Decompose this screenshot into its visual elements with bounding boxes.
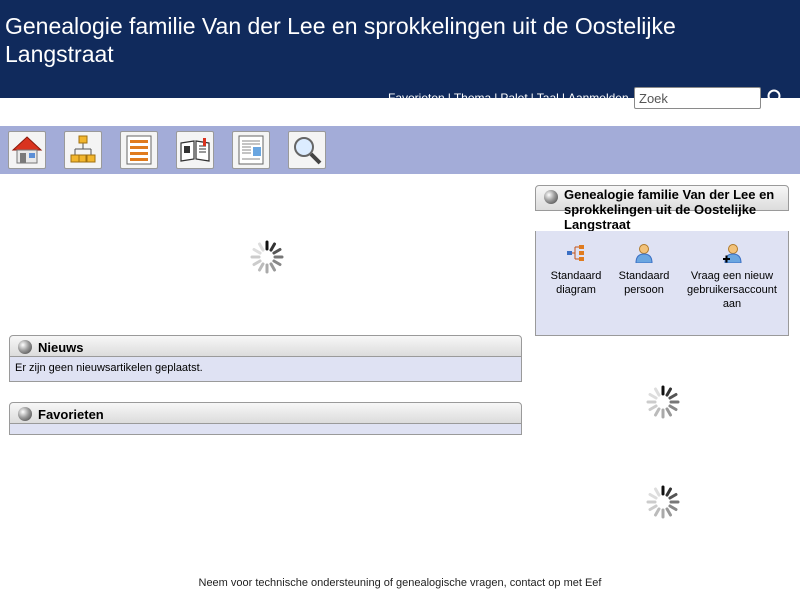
bullet-ball-icon [18,407,32,421]
side-block: Genealogie familie Van der Lee en sprokk… [535,185,789,336]
list-icon [126,135,152,165]
search-icon [294,137,322,165]
menu-language[interactable]: Taal [537,91,559,105]
menu-palette[interactable]: Palet [500,91,527,105]
menu-login[interactable]: Aanmelden [568,91,629,105]
news-block: Nieuws Er zijn geen nieuwsartikelen gepl… [9,335,522,382]
site-title: Genealogie familie Van der Lee en sprokk… [5,13,676,67]
favorites-title: Favorieten [38,407,104,422]
home-button[interactable] [8,131,46,169]
menu-favorites[interactable]: Favorieten [388,91,445,105]
news-body: Er zijn geen nieuwsartikelen geplaatst. [9,357,522,382]
magnifier-icon [767,89,784,106]
news-header: Nieuws [9,335,522,357]
report-icon [238,135,264,165]
chart-icon [567,245,584,261]
news-title: Nieuws [38,340,84,355]
favorites-block: Favorieten [9,402,522,435]
book-button[interactable] [176,131,214,169]
link-standard-chart-label: Standaard diagram [550,270,602,296]
link-request-account[interactable]: Vraag een nieuw gebruikersaccount aan [680,243,784,311]
link-standard-person-label: Standaard persoon [618,270,670,296]
top-menu: Favorieten | Thema | Palet | Taal | Aanmelden [388,91,629,105]
pedigree-icon [70,135,96,163]
menu-separator: | [447,91,451,105]
side-body: Standaard diagram Standaard persoon Vraa… [535,231,789,336]
loading-spinner-icon [646,485,680,519]
favorites-body [9,424,522,435]
pedigree-button[interactable] [64,131,102,169]
menu-separator: | [530,91,534,105]
person-icon [635,244,653,264]
site-header: Genealogie familie Van der Lee en sprokk… [0,0,800,109]
menu-separator: | [494,91,498,105]
link-standard-chart[interactable]: Standaard diagram [544,243,608,297]
menu-theme[interactable]: Thema [454,91,491,105]
bullet-ball-icon [18,340,32,354]
list-button[interactable] [120,131,158,169]
side-header: Genealogie familie Van der Lee en sprokk… [535,185,789,232]
icon-toolbar [0,126,800,174]
home-icon [11,136,43,164]
book-icon [180,138,210,162]
link-request-account-label: Vraag een nieuw gebruikersaccount aan [687,270,777,310]
bullet-ball-icon [544,190,558,204]
search-page-button[interactable] [288,131,326,169]
search-input[interactable] [634,87,761,109]
menu-separator: | [561,91,565,105]
favorites-header: Favorieten [9,402,522,424]
footer-text: Neem voor technische ondersteuning of ge… [198,577,602,589]
news-empty-message: Er zijn geen nieuwsartikelen geplaatst. [15,362,203,374]
search-button[interactable] [765,88,787,110]
loading-spinner-icon [250,240,284,274]
link-standard-person[interactable]: Standaard persoon [612,243,676,297]
loading-spinner-icon [646,385,680,419]
report-button[interactable] [232,131,270,169]
add-person-icon [723,244,742,264]
side-title: Genealogie familie Van der Lee en sprokk… [564,187,775,232]
